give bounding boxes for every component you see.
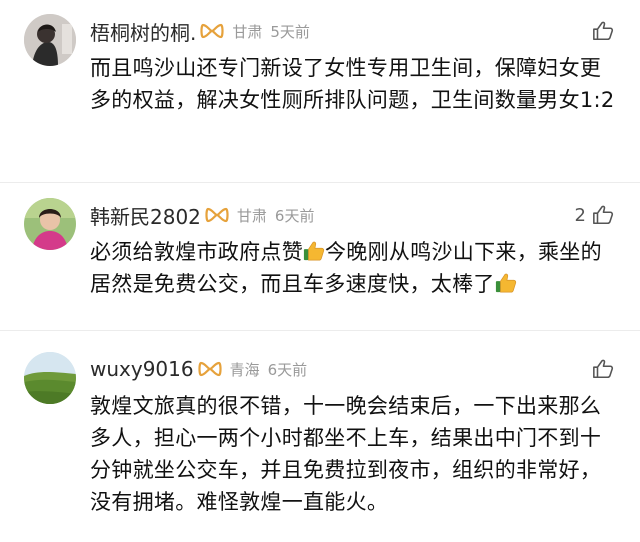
timestamp: 6天前 — [267, 360, 308, 379]
thumbs-up-icon — [592, 204, 614, 226]
avatar[interactable] — [24, 198, 76, 250]
divider — [0, 330, 640, 331]
like-button[interactable] — [586, 18, 614, 44]
comment-meta: 韩新民2802 甘肃 6天前 — [90, 201, 315, 230]
comment-text: 必须给敦煌市政府点赞 今晚刚从鸣沙山下来，乘坐的居然是免费公交，而且车多速度快，太… — [90, 236, 622, 300]
vip-badge-icon — [198, 360, 222, 378]
region: 青海 — [229, 360, 260, 379]
timestamp: 6天前 — [274, 206, 315, 225]
comment-item: 韩新民2802 甘肃 6天前 2 必须给敦煌市政府点赞 今晚刚从鸣沙山下来，乘坐的… — [0, 192, 640, 332]
comment-text: 而且鸣沙山还专门新设了女性专用卫生间，保障妇女更多的权益，解决女性厕所排队问题，… — [90, 56, 615, 112]
region: 甘肃 — [232, 22, 263, 41]
comment-meta: wuxy9016 青海 6天前 — [90, 356, 307, 382]
comment-text: 敦煌文旅真的很不错，十一晚会结束后，一下出来那么多人，担心一两个小时都坐不上车，… — [90, 394, 602, 514]
vip-badge-icon — [200, 22, 224, 40]
username[interactable]: wuxy9016 — [90, 357, 194, 381]
vip-badge-icon — [205, 206, 229, 224]
avatar[interactable] — [24, 14, 76, 66]
avatar[interactable] — [24, 352, 76, 404]
like-count: 2 — [574, 204, 586, 226]
username[interactable]: 梧桐树的桐. — [90, 17, 196, 46]
region: 甘肃 — [236, 206, 267, 225]
like-button[interactable] — [586, 356, 614, 382]
comment-item: wuxy9016 青海 6天前 敦煌文旅真的很不错，十一晚会结束后，一下出来那么… — [0, 346, 640, 542]
comment-item: 梧桐树的桐. 甘肃 5天前 而且鸣沙山还专门新设了女性专用卫生间，保障妇女更多的… — [0, 8, 640, 178]
timestamp: 5天前 — [270, 22, 310, 41]
thumbs-up-emoji-icon — [303, 239, 325, 261]
divider — [0, 182, 640, 183]
comment-meta: 梧桐树的桐. 甘肃 5天前 — [90, 17, 310, 46]
thumbs-up-emoji-icon — [495, 271, 517, 293]
like-button[interactable]: 2 — [575, 202, 614, 228]
thumbs-up-icon — [592, 20, 614, 42]
thumbs-up-icon — [592, 358, 614, 380]
username[interactable]: 韩新民2802 — [90, 201, 201, 230]
comment-text-part: 必须给敦煌市政府点赞 — [90, 240, 303, 264]
